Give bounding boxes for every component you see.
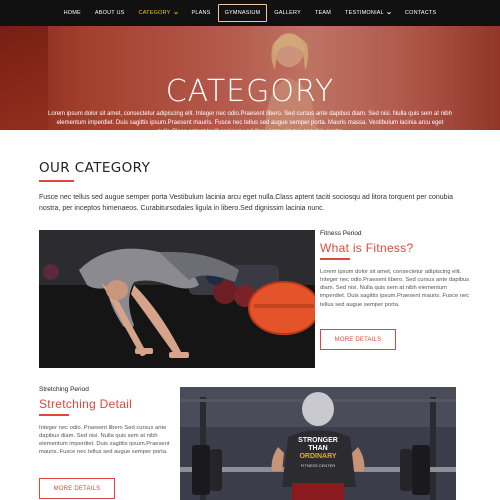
nav-about-us[interactable]: ABOUT US xyxy=(88,4,132,22)
card-heading-underline xyxy=(320,258,350,260)
nav-about-label: ABOUT US xyxy=(94,10,125,16)
shirt-small-text: FITNESS CENTER xyxy=(301,463,336,468)
card-heading: What is Fitness? xyxy=(320,241,414,255)
nav-contacts[interactable]: CONTACTS xyxy=(398,4,443,22)
nav-team-label: TEAM xyxy=(314,10,332,16)
card-heading-underline xyxy=(39,414,69,416)
nav-gallery[interactable]: GALLERY xyxy=(267,4,308,22)
nav-plans[interactable]: PLANS xyxy=(185,4,218,22)
nav-home-label: HOME xyxy=(63,10,81,16)
page-title: CATEGORY xyxy=(165,74,335,109)
fitness-photo-illustration xyxy=(39,230,315,368)
nav-testimonial-label: TESTIMONIAL xyxy=(345,10,384,16)
shirt-text-line1: STRONGER xyxy=(298,437,338,444)
stretching-card: Stretching Period Stretching Detail Inte… xyxy=(39,386,179,499)
nav-plans-label: PLANS xyxy=(191,10,211,16)
nav-gymnasium-label: GYMNASIUM xyxy=(224,10,261,16)
card-kicker: Stretching Period xyxy=(39,386,89,393)
card-text: Lorem ipsum dolor sit amet, consectetur … xyxy=(320,268,470,308)
section-title: OUR CATEGORY xyxy=(39,160,151,176)
shirt-text-line2: THAN xyxy=(308,445,327,452)
nav-team[interactable]: TEAM xyxy=(308,4,338,22)
hero-description: Lorem ipsum dolor sit amet, consectetur … xyxy=(48,111,452,130)
nav-home[interactable]: HOME xyxy=(57,4,88,22)
card-text: Integer nec odio. Praesent libero Sed cu… xyxy=(39,424,170,456)
nav-gymnasium[interactable]: GYMNASIUM xyxy=(217,4,268,22)
chevron-down-icon xyxy=(173,11,178,15)
section-description: Fusce nec tellus sed augue semper porta … xyxy=(39,194,454,212)
fitness-stretching-photo xyxy=(39,230,315,368)
weightlifter-photo: STRONGER THAN ORDINARY FITNESS CENTER xyxy=(180,387,456,500)
nav-contacts-label: CONTACTS xyxy=(404,10,437,16)
chevron-down-icon xyxy=(387,11,391,15)
nav-testimonial[interactable]: TESTIMONIAL xyxy=(338,4,398,22)
weightlifter-photo-illustration: STRONGER THAN ORDINARY FITNESS CENTER xyxy=(180,387,456,500)
nav-category-label: CATEGORY xyxy=(138,10,171,16)
nav-category[interactable]: CATEGORY xyxy=(132,4,185,22)
shirt-text-line3: ORDINARY xyxy=(299,453,336,460)
fitness-card: Fitness Period What is Fitness? Lorem ip… xyxy=(320,230,470,350)
nav-gallery-label: GALLERY xyxy=(274,10,301,16)
top-nav: HOME ABOUT US CATEGORY PLANS GYMNASIUM G… xyxy=(0,0,500,26)
hero-banner: CATEGORY Lorem ipsum dolor sit amet, con… xyxy=(0,26,500,130)
section-title-underline xyxy=(39,180,74,182)
card-heading: Stretching Detail xyxy=(39,397,133,411)
more-details-button[interactable]: MORE DETAILS xyxy=(39,478,115,499)
card-kicker: Fitness Period xyxy=(320,230,362,237)
more-details-button[interactable]: MORE DETAILS xyxy=(320,329,396,350)
